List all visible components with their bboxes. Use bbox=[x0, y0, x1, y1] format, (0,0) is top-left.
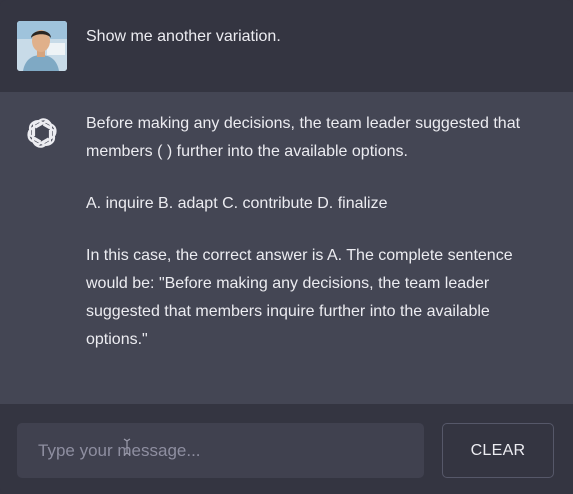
user-avatar bbox=[17, 21, 67, 71]
chat-app: Show me another variation. Before making… bbox=[0, 0, 573, 494]
composer: CLEAR bbox=[0, 404, 573, 494]
clear-button[interactable]: CLEAR bbox=[442, 423, 554, 478]
message-input[interactable] bbox=[36, 439, 405, 462]
assistant-paragraph-answer: In this case, the correct answer is A. T… bbox=[86, 247, 513, 348]
user-message-row: Show me another variation. bbox=[0, 0, 573, 92]
assistant-paragraph-options: A. inquire B. adapt C. contribute D. fin… bbox=[86, 195, 388, 212]
user-message-text: Show me another variation. bbox=[86, 28, 281, 45]
message-input-box[interactable] bbox=[17, 423, 424, 478]
assistant-paragraph-question: Before making any decisions, the team le… bbox=[86, 115, 521, 160]
openai-logo-icon bbox=[24, 115, 60, 151]
assistant-message-text: Before making any decisions, the team le… bbox=[86, 110, 548, 354]
assistant-message-row: Before making any decisions, the team le… bbox=[0, 92, 573, 404]
